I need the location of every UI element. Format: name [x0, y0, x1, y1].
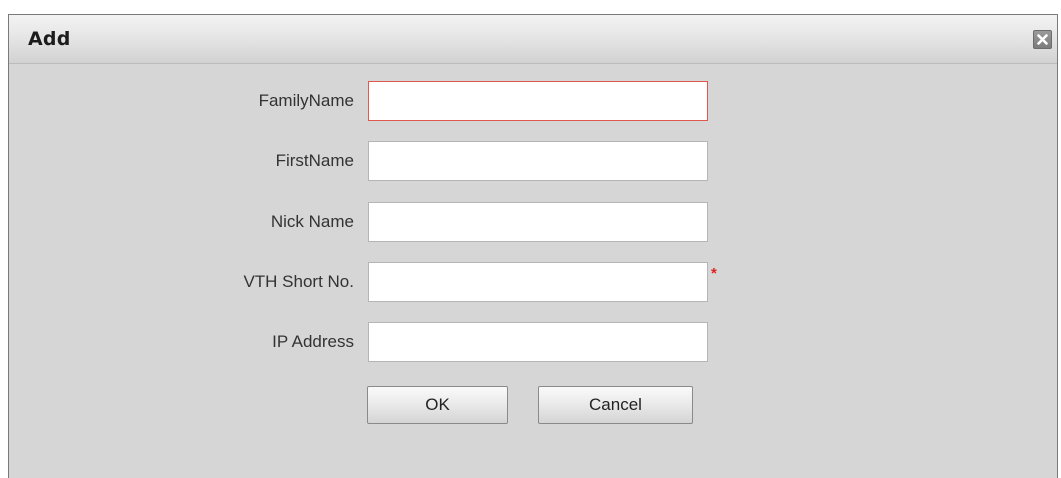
add-dialog: Add FamilyName FirstName Nick Name VTH S…: [8, 14, 1058, 478]
close-icon[interactable]: [1033, 30, 1052, 49]
nick-name-row: Nick Name: [9, 202, 1057, 242]
required-mark: *: [711, 265, 717, 282]
dialog-titlebar: Add: [9, 15, 1057, 64]
first-name-row: FirstName: [9, 141, 1057, 181]
nick-name-input[interactable]: [368, 202, 708, 242]
ip-address-label: IP Address: [272, 332, 354, 351]
ip-address-row: IP Address: [9, 322, 1057, 362]
ok-button[interactable]: OK: [367, 386, 508, 424]
family-name-input[interactable]: [368, 81, 708, 121]
vth-short-no-input[interactable]: [368, 262, 708, 302]
family-name-row: FamilyName: [9, 81, 1057, 121]
dialog-title: Add: [28, 28, 71, 50]
family-name-label: FamilyName: [258, 91, 354, 110]
first-name-label: FirstName: [275, 151, 354, 170]
cancel-button[interactable]: Cancel: [538, 386, 693, 424]
vth-short-no-row: VTH Short No. *: [9, 262, 1057, 302]
first-name-input[interactable]: [368, 141, 708, 181]
vth-short-no-label: VTH Short No.: [243, 272, 354, 291]
nick-name-label: Nick Name: [270, 212, 354, 231]
ip-address-input[interactable]: [368, 322, 708, 362]
